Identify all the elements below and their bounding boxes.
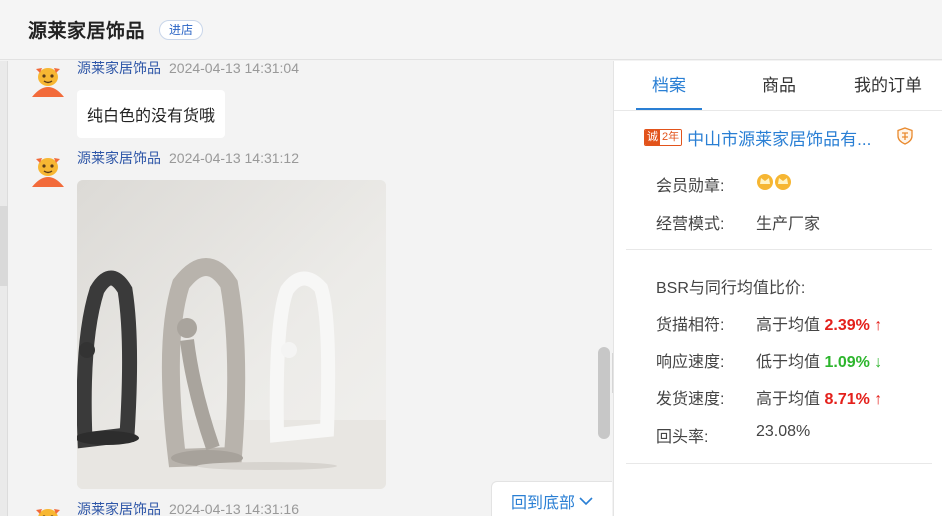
- shop-avatar[interactable]: [30, 153, 66, 189]
- business-mode-value: 生产厂家: [756, 216, 821, 233]
- message-image[interactable]: [77, 180, 386, 489]
- back-to-bottom-label: 回到底部: [510, 495, 575, 512]
- member-badge-row: 会员勋章:: [656, 172, 791, 196]
- message-time: 2024-04-13 14:31:16: [169, 501, 299, 516]
- divider: [626, 249, 932, 250]
- chengxin-badge: 诚 2年: [644, 129, 683, 146]
- message-meta: 源莱家居饰品 2024-04-13 14:31:04: [77, 61, 299, 78]
- crown-medal-icon: [757, 174, 791, 190]
- metric-value-group: 高于均值 2.39% ↑: [756, 311, 882, 335]
- message-time: 2024-04-13 14:31:12: [169, 150, 299, 166]
- message-meta: 源莱家居饰品 2024-04-13 14:31:16: [77, 499, 299, 516]
- metric-compare: 高于均值: [756, 391, 821, 408]
- panel-tabs: 档案 商品 我的订单: [614, 61, 942, 111]
- repeat-rate-value: 23.08%: [756, 423, 811, 440]
- metric-value-group: 高于均值 8.71% ↑: [756, 385, 882, 409]
- metric-compare: 高于均值: [756, 317, 821, 334]
- chengxin-badge-char: 诚: [645, 130, 660, 145]
- message-bubble[interactable]: 纯白色的没有货哦: [77, 90, 226, 138]
- metric-percent: 8.71%: [824, 391, 870, 408]
- tab-my-orders[interactable]: 我的订单: [854, 61, 922, 111]
- shop-name: 源莱家居饰品: [28, 21, 146, 42]
- left-edge-notch: [0, 206, 8, 286]
- metric-compare: 低于均值: [756, 354, 821, 371]
- sender-name: 源莱家居饰品: [77, 150, 161, 166]
- member-badge-label: 会员勋章:: [656, 178, 725, 195]
- chat-header: 源莱家居饰品 进店: [0, 0, 942, 60]
- chat-scrollbar[interactable]: [598, 347, 610, 439]
- business-mode-row: 经营模式: 生产厂家: [656, 210, 820, 234]
- member-medal-icons[interactable]: [756, 172, 796, 197]
- metric-label: 响应速度:: [656, 354, 725, 371]
- shop-avatar[interactable]: [30, 504, 66, 516]
- arrow-up-icon: ↑: [874, 391, 883, 408]
- sculpture-photo-icon: [77, 180, 386, 489]
- arrow-down-icon: ↓: [874, 354, 883, 371]
- chat-window: 源莱家居饰品 进店 源莱家居饰品 2024-04-13 14:31:04 纯白色的…: [0, 0, 942, 516]
- enter-store-button[interactable]: 进店: [159, 19, 204, 40]
- company-name-link[interactable]: 中山市源莱家居饰品有...: [687, 125, 871, 150]
- metric-percent: 1.09%: [824, 354, 870, 371]
- repeat-rate-label: 回头率:: [656, 429, 709, 446]
- chevron-down-icon: [579, 497, 593, 506]
- metric-row-response-speed: 响应速度: 低于均值 1.09% ↓: [656, 348, 882, 372]
- metric-label: 货描相符:: [656, 317, 725, 334]
- message-meta: 源莱家居饰品 2024-04-13 14:31:12: [77, 148, 299, 168]
- message-list[interactable]: 源莱家居饰品 2024-04-13 14:31:04 纯白色的没有货哦 源莱家居饰…: [0, 61, 612, 516]
- metric-label: 发货速度:: [656, 391, 725, 408]
- company-row: 诚 2年 中山市源莱家居饰品有...: [644, 125, 871, 150]
- metric-value-group: 低于均值 1.09% ↓: [756, 348, 882, 372]
- back-to-bottom-button[interactable]: 回到底部: [491, 481, 612, 516]
- tab-profile[interactable]: 档案: [652, 61, 686, 111]
- sender-name: 源莱家居饰品: [77, 61, 161, 76]
- shield-guarantee-icon[interactable]: [896, 127, 914, 145]
- shop-info-panel: 档案 商品 我的订单 诚 2年 中山市源莱家居饰品有... 会员勋章: 经营模式…: [613, 61, 942, 516]
- divider: [626, 463, 932, 464]
- left-edge: [0, 61, 8, 516]
- metric-row-description-match: 货描相符: 高于均值 2.39% ↑: [656, 311, 882, 335]
- bsr-title: BSR与同行均值比价:: [656, 280, 806, 297]
- business-mode-label: 经营模式:: [656, 216, 725, 233]
- tab-active-indicator: [636, 108, 702, 110]
- metric-row-shipping-speed: 发货速度: 高于均值 8.71% ↑: [656, 385, 882, 409]
- tab-products[interactable]: 商品: [762, 61, 796, 111]
- sender-name: 源莱家居饰品: [77, 501, 161, 516]
- shop-avatar[interactable]: [30, 63, 66, 99]
- repeat-rate-row: 回头率: 23.08%: [656, 423, 810, 447]
- message-time: 2024-04-13 14:31:04: [169, 61, 299, 76]
- arrow-up-icon: ↑: [874, 317, 883, 334]
- chengxin-badge-years: 2年: [660, 130, 682, 145]
- metric-percent: 2.39%: [824, 317, 870, 334]
